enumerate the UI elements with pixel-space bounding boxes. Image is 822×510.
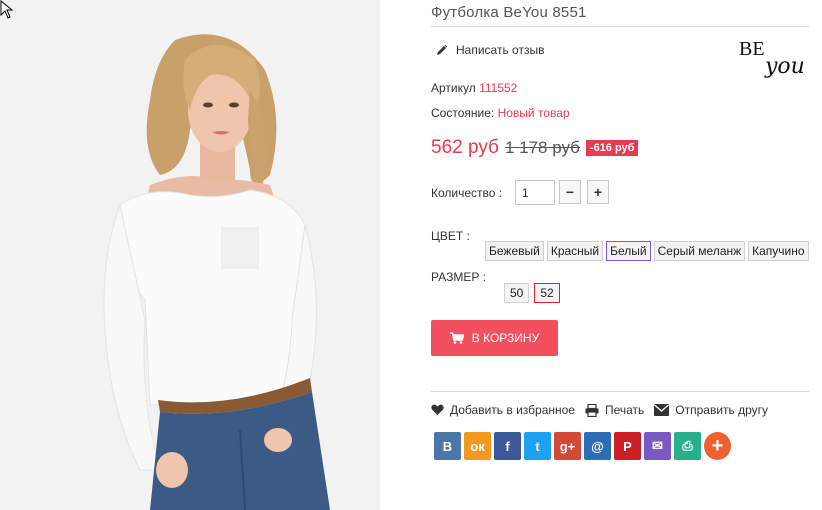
price-row: 562 руб 1 178 руб -616 руб [431,137,639,159]
color-option-white[interactable]: Белый [606,241,651,261]
sku-label: Артикул [431,81,476,95]
add-to-cart-button[interactable]: В КОРЗИНУ [431,320,558,356]
twitter-icon[interactable]: t [524,432,551,460]
pencil-icon [437,44,448,55]
color-option-beige[interactable]: Бежевый [485,241,544,261]
size-options: 50 52 [504,283,560,303]
svg-text:BE: BE [739,38,765,60]
quantity-input[interactable] [515,180,555,205]
quantity-increase-button[interactable]: + [587,180,609,204]
cart-icon [449,332,464,344]
pinterest-icon[interactable]: P [614,432,641,460]
add-to-wishlist-link[interactable]: Добавить в избранное [431,403,575,417]
email-icon[interactable]: ✉ [644,432,671,460]
send-to-friend-label: Отправить другу [675,403,769,417]
odnoklassniki-icon[interactable]: ок [464,432,491,460]
discount-badge: -616 руб [585,140,639,156]
color-options: Бежевый Красный Белый Серый меланж Капуч… [485,241,809,261]
print-icon[interactable]: ⎙ [674,432,701,460]
condition-label: Состояние: [431,106,495,120]
divider [431,26,809,27]
color-option-grey-melange[interactable]: Серый меланж [653,241,746,261]
color-option-cappuccino[interactable]: Капучино [748,241,809,261]
send-to-friend-link[interactable]: Отправить другу [654,403,768,417]
quantity-decrease-button[interactable]: − [559,180,581,204]
product-actions: Добавить в избранное Печать Отправить др… [431,403,768,417]
wishlist-label: Добавить в избранное [450,403,575,417]
quantity-label: Количество : [431,186,503,200]
mouse-pointer-icon [0,0,14,19]
product-title: Футболка BeYou 8551 [431,4,587,21]
color-label: ЦВЕТ : [431,229,470,243]
beyou-logo: BE you [739,38,805,79]
more-icon[interactable]: + [704,432,731,460]
write-review-label: Написать отзыв [456,43,545,57]
price-old: 1 178 руб [504,138,580,157]
print-link[interactable]: Печать [585,403,644,417]
add-to-cart-label: В КОРЗИНУ [471,331,540,345]
svg-text:you: you [764,54,805,79]
divider [431,391,809,392]
vk-icon[interactable]: В [434,432,461,460]
size-option-52[interactable]: 52 [534,283,560,303]
size-label: РАЗМЕР : [431,270,486,284]
social-share-bar: В ок f t g+ @ P ✉ ⎙ + [434,432,731,460]
sku-value: 111552 [479,81,518,95]
google-plus-icon[interactable]: g+ [554,432,581,460]
heart-icon [431,404,444,415]
write-review-link[interactable]: Написать отзыв [436,43,544,57]
product-photo[interactable] [0,0,380,510]
color-option-red[interactable]: Красный [546,241,604,261]
product-photo-illustration [0,0,380,510]
brand-logo[interactable]: BE you [739,35,809,80]
price-current: 562 руб [431,137,499,158]
condition-line: Состояние: Новый товар [431,106,570,120]
condition-value: Новый товар [497,106,570,120]
printer-icon [585,403,599,417]
print-label: Печать [604,403,645,417]
size-option-50[interactable]: 50 [504,283,530,303]
mail-ru-icon[interactable]: @ [584,432,611,460]
facebook-icon[interactable]: f [494,432,521,460]
envelope-icon [654,404,670,416]
sku-line: Артикул 111552 [431,81,517,95]
